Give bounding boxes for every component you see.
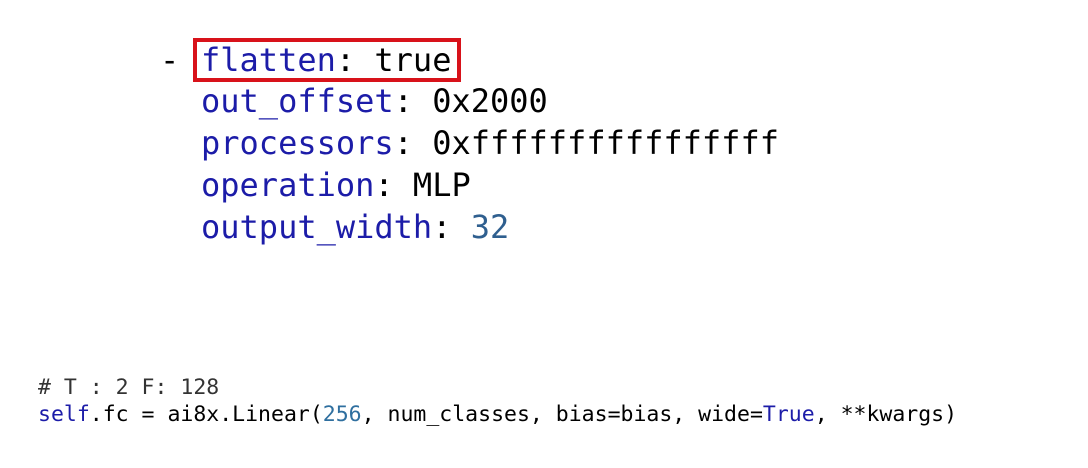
yaml-key: flatten [201, 41, 336, 79]
yaml-separator: : [335, 41, 375, 79]
code-text: , **kwargs) [814, 402, 958, 427]
highlight-box: flatten: true [193, 38, 462, 82]
yaml-line-operation: operation: MLP [160, 164, 779, 206]
code-text: .fc = ai8x.Linear( [89, 402, 323, 427]
yaml-key: processors [201, 124, 394, 162]
yaml-config-block: - flatten: true out_offset: 0x2000 proces… [160, 38, 779, 248]
yaml-line-out-offset: out_offset: 0x2000 [160, 80, 779, 122]
code-text: , num_classes, bias=bias, wide= [361, 402, 763, 427]
code-line-linear: self.fc = ai8x.Linear(256, num_classes, … [38, 401, 957, 428]
code-self: self [38, 402, 90, 427]
yaml-line-output-width: output_width: 32 [160, 206, 779, 248]
yaml-value: MLP [412, 166, 471, 204]
code-comment: # T : 2 F: 128 [38, 375, 220, 400]
yaml-separator: : [393, 82, 433, 120]
yaml-value: 0x2000 [432, 82, 548, 120]
yaml-value: 32 [470, 208, 510, 246]
code-number: 256 [322, 402, 362, 427]
yaml-separator: : [432, 208, 471, 246]
yaml-value: true [374, 41, 452, 79]
yaml-key: out_offset [201, 82, 394, 120]
yaml-value: 0xffffffffffffffff [432, 124, 779, 162]
yaml-key: output_width [201, 208, 433, 246]
yaml-separator: : [393, 124, 433, 162]
yaml-key: operation [201, 166, 375, 204]
code-keyword: True [762, 402, 815, 427]
yaml-separator: : [374, 166, 413, 204]
yaml-line-flatten: - flatten: true [160, 38, 779, 82]
yaml-line-processors: processors: 0xffffffffffffffff [160, 122, 779, 164]
python-code-block: # T : 2 F: 128 self.fc = ai8x.Linear(256… [38, 374, 957, 428]
